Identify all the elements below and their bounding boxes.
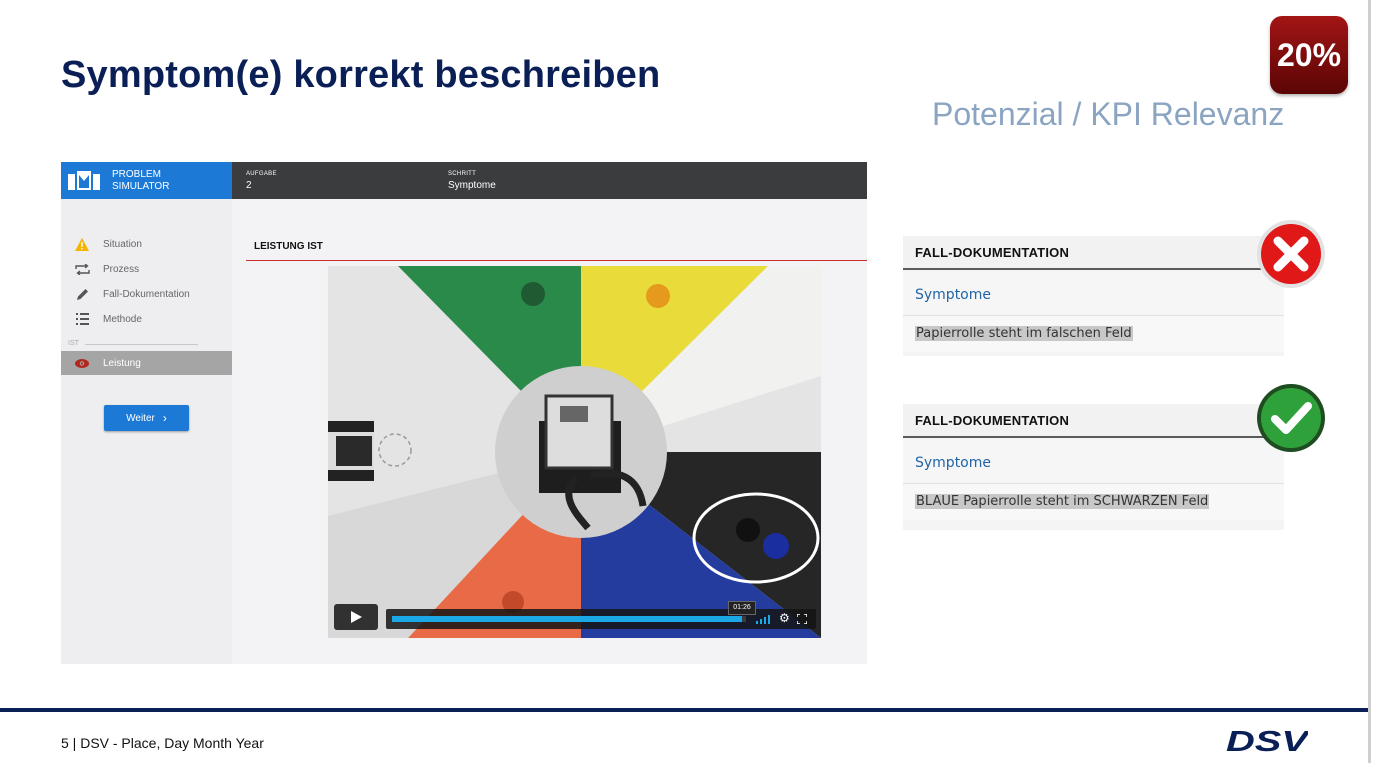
potential-badge: 20% <box>1270 16 1348 94</box>
slide-title: Symptom(e) korrekt beschreiben <box>61 54 661 96</box>
schritt-value: Symptome <box>448 180 496 191</box>
aufgabe-value: 2 <box>246 180 252 191</box>
fall-card-correct: FALL-DOKUMENTATION Symptome BLAUE Papier… <box>903 404 1284 530</box>
ist-divider <box>85 344 198 345</box>
list-icon <box>61 313 103 325</box>
card-field-label: Symptome <box>915 455 992 471</box>
brand-line-2: SIMULATOR <box>112 181 170 192</box>
aufgabe-field: AUFGABE 2 <box>246 171 277 191</box>
card-header: FALL-DOKUMENTATION <box>915 413 1070 428</box>
video-player[interactable]: ⚙ 01:26 <box>328 266 821 638</box>
chevron-right-icon: › <box>162 411 167 425</box>
brand-line-1: PROBLEM <box>112 169 161 180</box>
footer-rule <box>0 708 1368 712</box>
fall-card-wrong: FALL-DOKUMENTATION Symptome Papierrolle … <box>903 236 1284 356</box>
simulator-logo-icon <box>68 171 100 190</box>
robot-field-image <box>328 266 821 638</box>
video-progress-fill <box>392 616 743 622</box>
app-brand[interactable]: PROBLEM SIMULATOR <box>61 162 232 199</box>
fullscreen-icon[interactable] <box>797 614 807 624</box>
play-button[interactable] <box>334 604 378 630</box>
nav-item-methode[interactable]: Methode <box>61 307 232 331</box>
video-progress-track[interactable] <box>392 616 746 622</box>
aufgabe-label: AUFGABE <box>246 171 277 177</box>
app-topbar: PROBLEM SIMULATOR AUFGABE 2 SCHRITT Symp… <box>61 162 867 199</box>
volume-icon[interactable] <box>756 614 772 624</box>
weiter-label: Weiter <box>126 412 155 424</box>
dsv-logo: DSV <box>1226 728 1308 754</box>
nav-item-prozess[interactable]: Prozess <box>61 257 232 281</box>
nav-item-leistung[interactable]: Leistung <box>61 351 232 375</box>
app-sidebar: Situation Prozess Fall-Dokumentation Met… <box>61 199 232 664</box>
repeat-icon <box>61 263 103 275</box>
slide-footer: 5 | DSV - Place, Day Month Year <box>61 735 264 751</box>
ist-section-label: IST <box>68 340 79 347</box>
nav-item-label: Fall-Dokumentation <box>103 288 190 300</box>
warning-icon <box>61 237 103 251</box>
pencil-icon <box>61 288 103 301</box>
cross-icon <box>1257 220 1325 288</box>
slide-right-border <box>1368 0 1371 763</box>
card-field-value: BLAUE Papierrolle steht im SCHWARZEN Fel… <box>915 494 1210 509</box>
svg-text:DSV: DSV <box>1226 728 1308 754</box>
checkmark-icon <box>1257 384 1325 452</box>
nav-item-label: Situation <box>103 238 142 250</box>
weiter-button[interactable]: Weiter › <box>104 405 189 431</box>
play-icon <box>351 611 362 623</box>
card-field-label: Symptome <box>915 287 992 303</box>
card-field-value: Papierrolle steht im falschen Feld <box>915 326 1133 341</box>
gear-icon[interactable]: ⚙ <box>779 611 790 625</box>
nav-item-label: Methode <box>103 313 142 325</box>
card-header: FALL-DOKUMENTATION <box>915 245 1070 260</box>
schritt-label: SCHRITT <box>448 171 477 177</box>
nav-item-fall-dokumentation[interactable]: Fall-Dokumentation <box>61 282 232 306</box>
kpi-relevance-label: Potenzial / KPI Relevanz <box>932 96 1285 132</box>
nav-item-situation[interactable]: Situation <box>61 232 232 256</box>
schritt-field: SCHRITT Symptome <box>448 171 496 191</box>
nav-item-label: Prozess <box>103 263 140 275</box>
video-time: 01:26 <box>728 601 756 615</box>
section-title: LEISTUNG IST <box>254 241 323 252</box>
eye-icon <box>61 358 103 368</box>
section-underline <box>246 260 867 261</box>
nav-item-label: Leistung <box>103 357 141 369</box>
